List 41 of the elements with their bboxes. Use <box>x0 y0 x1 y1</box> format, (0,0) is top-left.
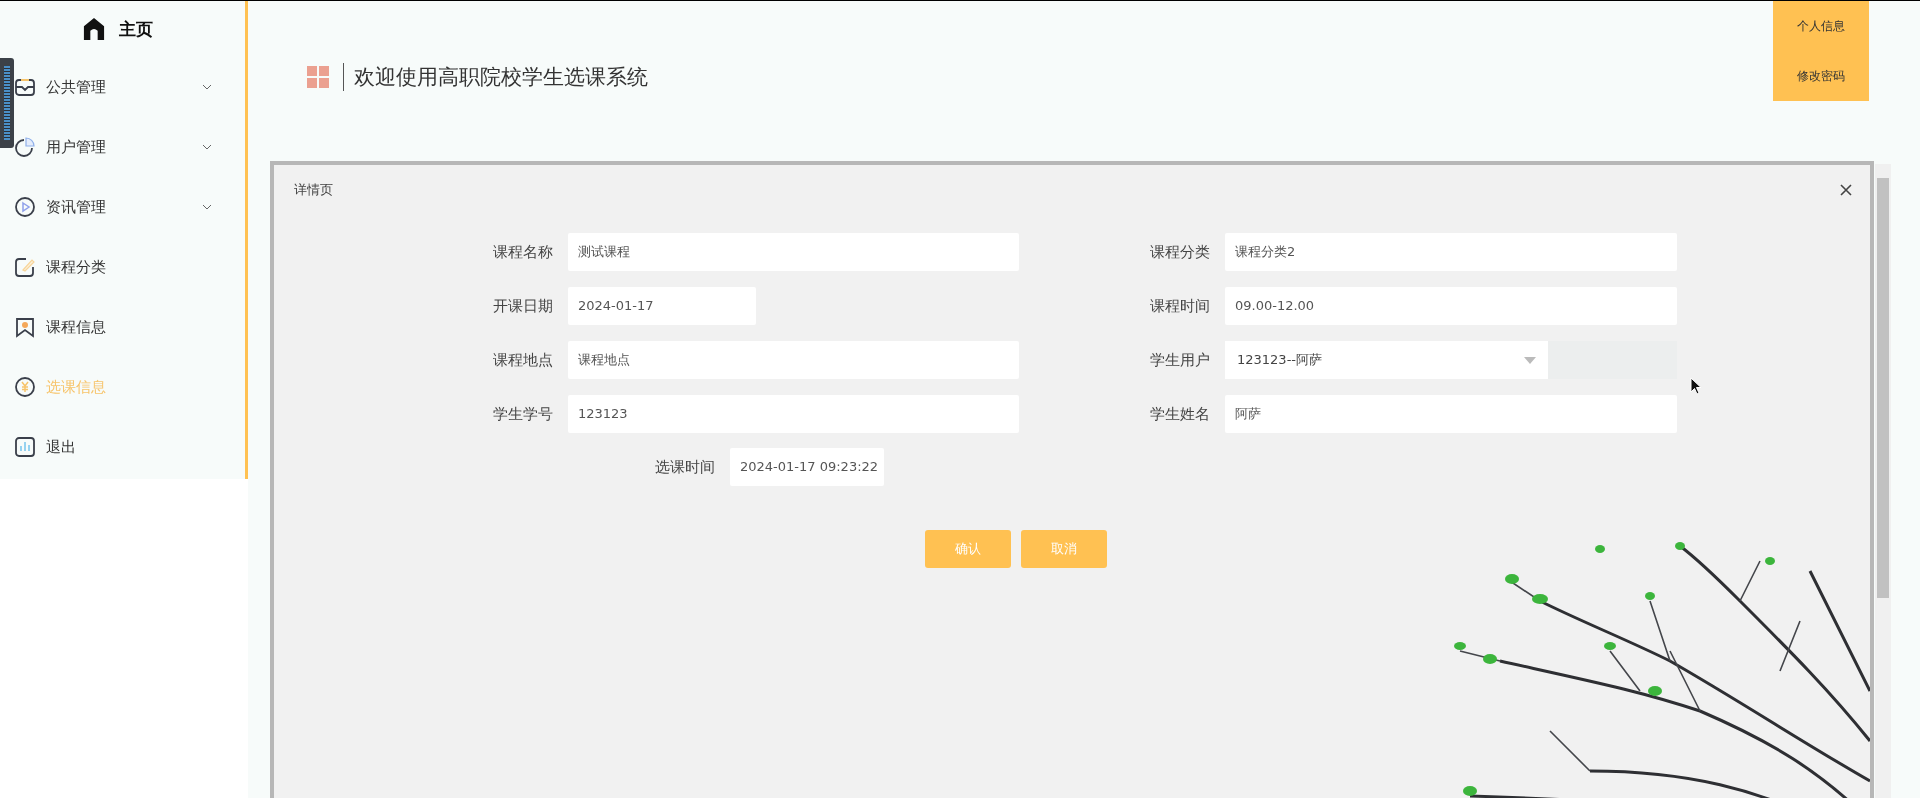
bar-chart-icon <box>14 436 36 458</box>
sidebar-item[interactable]: 公共管理 <box>14 57 245 117</box>
yen-icon <box>14 376 36 398</box>
field-label: 选课时间 <box>655 457 715 477</box>
close-icon[interactable] <box>1840 184 1852 196</box>
pie-chart-icon <box>14 136 36 158</box>
sidebar-item[interactable]: 退出 <box>14 417 245 477</box>
inbox-icon <box>14 76 36 98</box>
input-field[interactable]: 测试课程 <box>568 233 1019 271</box>
sidebar-item[interactable]: 用户管理 <box>14 117 245 177</box>
sidebar-item[interactable]: 课程分类 <box>14 237 245 297</box>
input-field[interactable]: 09.00-12.00 <box>1225 287 1677 325</box>
input-field[interactable]: 123123 <box>568 395 1019 433</box>
input-field[interactable]: 课程地点 <box>568 341 1019 379</box>
bookmark-icon <box>14 316 36 338</box>
select-field[interactable]: 123123--阿萨 <box>1225 341 1548 379</box>
home-link[interactable]: 主页 <box>0 1 245 57</box>
field-label: 课程名称 <box>492 242 553 262</box>
input-field[interactable]: 阿萨 <box>1225 395 1677 433</box>
date-field[interactable]: 2024-01-17 <box>568 287 756 325</box>
sidebar-item[interactable]: 课程信息 <box>14 297 245 357</box>
play-icon <box>14 196 36 218</box>
menu-item[interactable]: 修改密码 <box>1795 65 1847 87</box>
field-label: 学生学号 <box>492 404 553 424</box>
dialog-title: 详情页 <box>294 181 333 199</box>
field-label: 课程分类 <box>1149 242 1210 262</box>
field-label: 课程时间 <box>1149 296 1210 316</box>
field-label: 课程地点 <box>492 350 553 370</box>
cursor-icon <box>1690 377 1702 395</box>
field-label: 开课日期 <box>492 296 553 316</box>
page-title: 欢迎使用高职院校学生选课系统 <box>354 64 648 91</box>
menu-item[interactable]: 个人信息 <box>1795 15 1847 37</box>
field-label: 学生姓名 <box>1149 404 1210 424</box>
edit-icon <box>14 256 36 278</box>
input-field[interactable]: 2024-01-17 09:23:22 <box>730 448 884 486</box>
caret-icon <box>1524 356 1536 364</box>
input-field[interactable]: 课程分类2 <box>1225 233 1677 271</box>
field-label: 学生用户 <box>1149 350 1210 370</box>
grid-icon <box>307 66 329 88</box>
sidebar-item[interactable]: 资讯管理 <box>14 177 245 237</box>
home-icon <box>82 17 105 41</box>
